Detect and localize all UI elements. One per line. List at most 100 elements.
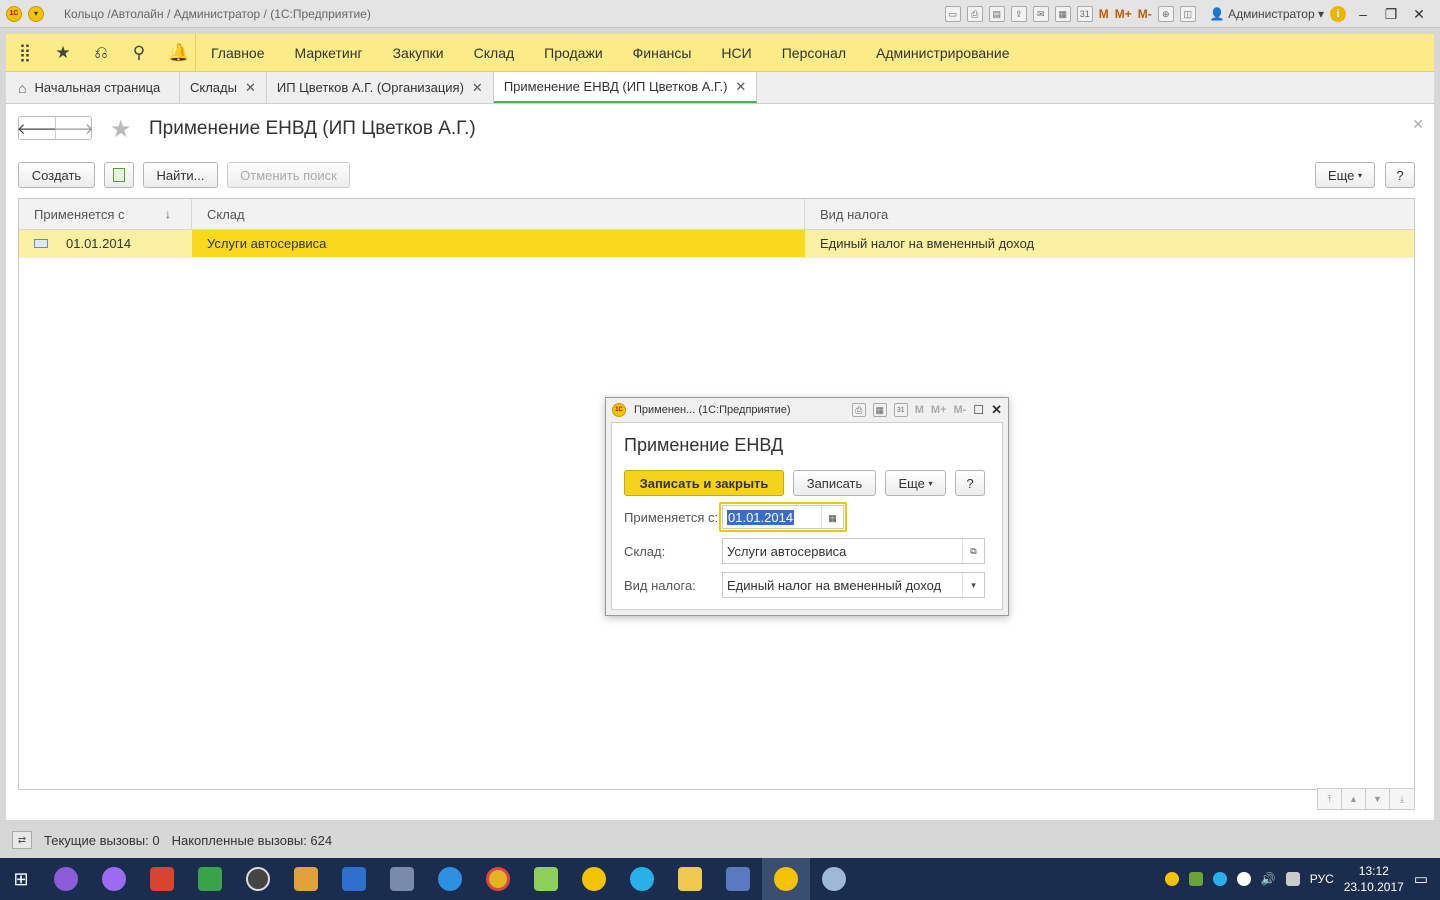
server-calls-icon[interactable]: ⇄ (12, 831, 32, 849)
voice-assistant-icon[interactable] (90, 858, 138, 900)
favorite-star-icon[interactable]: ★ (110, 115, 132, 144)
print-icon[interactable]: ⎙ (851, 403, 866, 417)
info-icon[interactable]: i (1330, 6, 1346, 22)
user-name[interactable]: 👤 Администратор ▾ (1210, 7, 1324, 21)
zoom-icon[interactable]: ⊕ (1157, 6, 1174, 22)
input-language[interactable]: РУС (1310, 872, 1334, 886)
calculator-icon[interactable]: ▦ (1054, 6, 1071, 22)
tab-home[interactable]: ⌂ Начальная страница (6, 72, 180, 103)
menu-item-nsi[interactable]: НСИ (706, 45, 766, 61)
taskbar-app-green-icon[interactable] (186, 858, 234, 900)
close-icon[interactable]: ✕ (245, 80, 256, 96)
close-icon[interactable]: ✕ (1408, 6, 1430, 23)
menu-item-warehouse[interactable]: Склад (459, 45, 530, 61)
tax-type-select[interactable]: Единый налог на вмененный доход ▾ (722, 572, 985, 598)
menu-item-personnel[interactable]: Персонал (767, 45, 861, 61)
search-icon[interactable]: ⚲ (130, 43, 148, 63)
cancel-search-button[interactable]: Отменить поиск (227, 162, 350, 188)
network-icon[interactable] (1285, 872, 1300, 886)
more-button[interactable]: Еще ▾ (1315, 162, 1375, 188)
tray-1c-icon[interactable] (1164, 872, 1179, 886)
more-button[interactable]: Еще ▾ (885, 470, 946, 496)
taskbar-app-paint-icon[interactable] (810, 858, 858, 900)
tray-shield-icon[interactable] (1236, 872, 1251, 886)
panels-icon[interactable]: ◫ (1179, 6, 1196, 22)
help-button[interactable]: ? (1385, 162, 1415, 188)
menu-item-marketing[interactable]: Маркетинг (280, 45, 378, 61)
help-button[interactable]: ? (955, 470, 985, 496)
column-header-tax[interactable]: Вид налога (805, 199, 1414, 229)
find-button[interactable]: Найти... (143, 162, 218, 188)
file-explorer-icon[interactable] (666, 858, 714, 900)
menu-item-sales[interactable]: Продажи (529, 45, 617, 61)
create-button[interactable]: Создать (18, 162, 95, 188)
main-menu-dropdown-icon[interactable]: ▾ (28, 5, 44, 22)
tab-warehouses[interactable]: Склады ✕ (180, 72, 267, 103)
print-icon[interactable]: ⎙ (966, 6, 983, 22)
close-icon[interactable]: ✕ (735, 79, 746, 95)
taskbar-media-icon[interactable] (378, 858, 426, 900)
memory-mminus-button[interactable]: M- (1138, 7, 1152, 21)
warehouse-field[interactable]: Услуги автосервиса ⧉ (722, 538, 985, 564)
chevron-down-icon[interactable]: ▾ (962, 573, 984, 597)
forward-arrow-icon[interactable]: 🡒 (53, 117, 94, 139)
taskbar-app-key-icon[interactable] (282, 858, 330, 900)
favorites-star-icon[interactable]: ★ (54, 43, 72, 63)
column-header-warehouse[interactable]: Склад (192, 199, 805, 229)
column-header-date[interactable]: Применяется с ↓ (19, 199, 192, 229)
save-and-close-button[interactable]: Записать и закрыть (624, 470, 784, 496)
menu-item-purchases[interactable]: Закупки (378, 45, 459, 61)
menu-item-main[interactable]: Главное (196, 45, 280, 61)
clock[interactable]: 13:12 23.10.2017 (1344, 863, 1404, 895)
taskbar-app-monitor-icon[interactable] (714, 858, 762, 900)
memory-mplus-button[interactable]: M+ (1115, 7, 1132, 21)
scroll-down-icon[interactable]: ▼ (1366, 789, 1390, 809)
windows-start-icon[interactable]: ⊞ (0, 858, 42, 900)
date-field[interactable]: 01.01.2014 ▦ (722, 505, 844, 530)
restore-icon[interactable]: ❐ (1380, 6, 1402, 23)
save-button[interactable]: Записать (793, 470, 876, 496)
tray-nvidia-icon[interactable] (1188, 872, 1203, 886)
apps-grid-icon[interactable]: ⣿ (16, 43, 34, 63)
notifications-icon[interactable]: ▭ (1414, 870, 1428, 888)
chrome-icon[interactable] (474, 858, 522, 900)
notifications-bell-icon[interactable]: 🔔 (168, 43, 189, 63)
history-icon[interactable]: ⎌ (92, 43, 110, 63)
minimize-icon[interactable]: – (1352, 6, 1374, 22)
1c-enterprise-active-icon[interactable] (762, 858, 810, 900)
tab-organization[interactable]: ИП Цветков А.Г. (Организация) ✕ (267, 72, 494, 103)
mail-icon[interactable]: ✉ (1032, 6, 1049, 22)
memory-m-button[interactable]: M (915, 404, 924, 416)
memory-mplus-button[interactable]: M+ (931, 404, 947, 416)
link-icon[interactable]: ⇪ (1010, 6, 1027, 22)
scroll-up-icon[interactable]: ▲ (1342, 789, 1366, 809)
scroll-bottom-icon[interactable]: ⤓ (1390, 789, 1414, 809)
scroll-top-icon[interactable]: ⤒ (1318, 789, 1342, 809)
maximize-icon[interactable]: ☐ (973, 403, 984, 417)
save-icon[interactable]: ▭ (944, 6, 961, 22)
table-row[interactable]: 01.01.2014 Услуги автосервиса Единый нал… (19, 230, 1414, 258)
copy-button[interactable] (104, 162, 134, 188)
close-icon[interactable]: ✕ (991, 402, 1002, 418)
calendar-icon[interactable]: ▦ (821, 506, 843, 530)
1c-app-icon[interactable] (570, 858, 618, 900)
taskbar-app-blue-icon[interactable] (330, 858, 378, 900)
volume-icon[interactable]: 🔊 (1261, 872, 1276, 886)
tray-app-icon[interactable] (1212, 872, 1227, 886)
1c-logo-icon[interactable]: 1С (6, 5, 22, 22)
tab-envd[interactable]: Применение ЕНВД (ИП Цветков А.Г.) ✕ (493, 72, 758, 103)
taskbar-app-cyan-icon[interactable] (618, 858, 666, 900)
cortana-icon[interactable] (42, 858, 90, 900)
taskbar-app-red-icon[interactable] (138, 858, 186, 900)
close-icon[interactable]: ✕ (1412, 116, 1424, 133)
back-arrow-icon[interactable]: 🡐 (17, 117, 57, 139)
menu-item-finance[interactable]: Финансы (618, 45, 707, 61)
calculator-icon[interactable]: ▦ (872, 403, 887, 417)
calendar-icon[interactable]: 31 (893, 403, 908, 417)
memory-m-button[interactable]: M (1099, 7, 1109, 21)
taskbar-app-lightgreen-icon[interactable] (522, 858, 570, 900)
close-icon[interactable]: ✕ (472, 80, 483, 96)
preview-icon[interactable]: ▤ (988, 6, 1005, 22)
menu-item-administration[interactable]: Администрирование (861, 45, 1025, 61)
taskbar-clock-app-icon[interactable] (234, 858, 282, 900)
